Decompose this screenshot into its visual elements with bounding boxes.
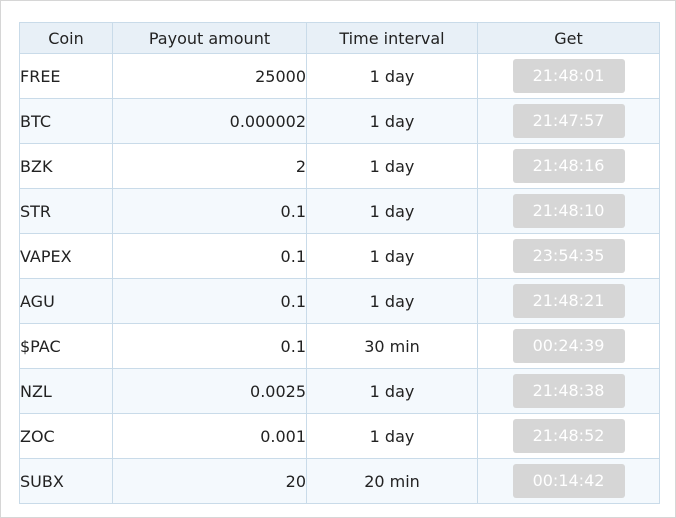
coin-cell: ZOC	[19, 413, 113, 459]
get-timer-button[interactable]: 21:48:38	[512, 374, 625, 408]
interval-cell: 20 min	[306, 458, 478, 504]
table-row: FREE 25000 1 day 21:48:01	[19, 53, 660, 99]
interval-cell: 1 day	[306, 233, 478, 279]
get-cell: 21:48:16	[477, 143, 660, 189]
table-row: SUBX 20 20 min 00:14:42	[19, 458, 660, 504]
get-timer-button[interactable]: 00:14:42	[512, 464, 625, 498]
get-cell: 21:48:01	[477, 53, 660, 99]
interval-cell: 1 day	[306, 368, 478, 414]
payout-cell: 2	[112, 143, 307, 189]
interval-cell: 1 day	[306, 188, 478, 234]
table-header-row: Coin Payout amount Time interval Get	[19, 22, 660, 54]
table-row: AGU 0.1 1 day 21:48:21	[19, 278, 660, 324]
get-timer-button[interactable]: 21:48:21	[512, 284, 625, 318]
header-coin: Coin	[19, 22, 113, 54]
get-cell: 21:48:10	[477, 188, 660, 234]
payout-cell: 25000	[112, 53, 307, 99]
get-timer-button[interactable]: 21:48:52	[512, 419, 625, 453]
coin-cell: STR	[19, 188, 113, 234]
get-cell: 21:48:38	[477, 368, 660, 414]
payout-cell: 0.1	[112, 188, 307, 234]
payout-cell: 0.0025	[112, 368, 307, 414]
table-row: BZK 2 1 day 21:48:16	[19, 143, 660, 189]
coin-cell: FREE	[19, 53, 113, 99]
payout-cell: 0.000002	[112, 98, 307, 144]
get-cell: 23:54:35	[477, 233, 660, 279]
interval-cell: 30 min	[306, 323, 478, 369]
get-cell: 00:14:42	[477, 458, 660, 504]
get-timer-button[interactable]: 21:48:16	[512, 149, 625, 183]
header-time-interval: Time interval	[306, 22, 478, 54]
get-timer-button[interactable]: 21:48:01	[512, 59, 625, 93]
get-cell: 00:24:39	[477, 323, 660, 369]
coin-cell: BZK	[19, 143, 113, 189]
header-get: Get	[477, 22, 660, 54]
payout-cell: 0.1	[112, 323, 307, 369]
interval-cell: 1 day	[306, 143, 478, 189]
faucet-table: Coin Payout amount Time interval Get FRE…	[19, 22, 660, 504]
interval-cell: 1 day	[306, 278, 478, 324]
table-row: STR 0.1 1 day 21:48:10	[19, 188, 660, 234]
table-row: BTC 0.000002 1 day 21:47:57	[19, 98, 660, 144]
get-cell: 21:48:52	[477, 413, 660, 459]
table-row: VAPEX 0.1 1 day 23:54:35	[19, 233, 660, 279]
interval-cell: 1 day	[306, 53, 478, 99]
coin-cell: VAPEX	[19, 233, 113, 279]
get-timer-button[interactable]: 23:54:35	[512, 239, 625, 273]
payout-cell: 0.1	[112, 278, 307, 324]
interval-cell: 1 day	[306, 413, 478, 459]
header-payout-amount: Payout amount	[112, 22, 307, 54]
payout-cell: 0.001	[112, 413, 307, 459]
get-cell: 21:47:57	[477, 98, 660, 144]
get-cell: 21:48:21	[477, 278, 660, 324]
payout-cell: 20	[112, 458, 307, 504]
coin-cell: $PAC	[19, 323, 113, 369]
coin-cell: SUBX	[19, 458, 113, 504]
get-timer-button[interactable]: 00:24:39	[512, 329, 625, 363]
coin-cell: AGU	[19, 278, 113, 324]
table-row: ZOC 0.001 1 day 21:48:52	[19, 413, 660, 459]
get-timer-button[interactable]: 21:47:57	[512, 104, 625, 138]
coin-cell: NZL	[19, 368, 113, 414]
interval-cell: 1 day	[306, 98, 478, 144]
table-row: $PAC 0.1 30 min 00:24:39	[19, 323, 660, 369]
get-timer-button[interactable]: 21:48:10	[512, 194, 625, 228]
payout-cell: 0.1	[112, 233, 307, 279]
table-row: NZL 0.0025 1 day 21:48:38	[19, 368, 660, 414]
coin-cell: BTC	[19, 98, 113, 144]
